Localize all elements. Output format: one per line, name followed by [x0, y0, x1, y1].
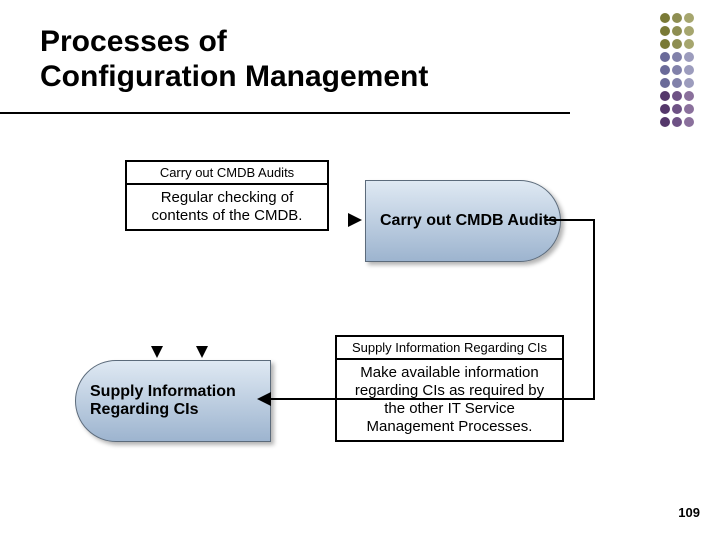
arrow-down-icon: [151, 346, 163, 358]
connector-line: [593, 219, 595, 400]
title-line-2: Configuration Management: [40, 60, 428, 93]
process-label: Supply Information Regarding CIs: [90, 383, 270, 420]
arrow-right-icon: [348, 213, 362, 227]
title-underline: [0, 112, 570, 114]
connector-line: [271, 398, 594, 400]
callout-title: Carry out CMDB Audits: [127, 162, 327, 185]
connector-line: [545, 219, 595, 221]
arrow-left-icon: [257, 392, 271, 406]
page-number: 109: [678, 505, 700, 520]
process-carry-out-cmdb-audits: Carry out CMDB Audits: [365, 180, 561, 262]
dot-logo-icon: [659, 12, 695, 129]
callout-body: Make available information regarding CIs…: [337, 360, 562, 440]
callout-title: Supply Information Regarding CIs: [337, 337, 562, 360]
arrow-down-icon: [196, 346, 208, 358]
callout-cmdb-audits: Carry out CMDB Audits Regular checking o…: [125, 160, 329, 231]
page-title: Processes of Configuration Management: [40, 25, 428, 94]
callout-supply-info: Supply Information Regarding CIs Make av…: [335, 335, 564, 442]
title-line-1: Processes of: [40, 25, 227, 58]
process-label: Carry out CMDB Audits: [380, 212, 557, 230]
callout-body: Regular checking of contents of the CMDB…: [127, 185, 327, 229]
process-supply-information: Supply Information Regarding CIs: [75, 360, 271, 442]
